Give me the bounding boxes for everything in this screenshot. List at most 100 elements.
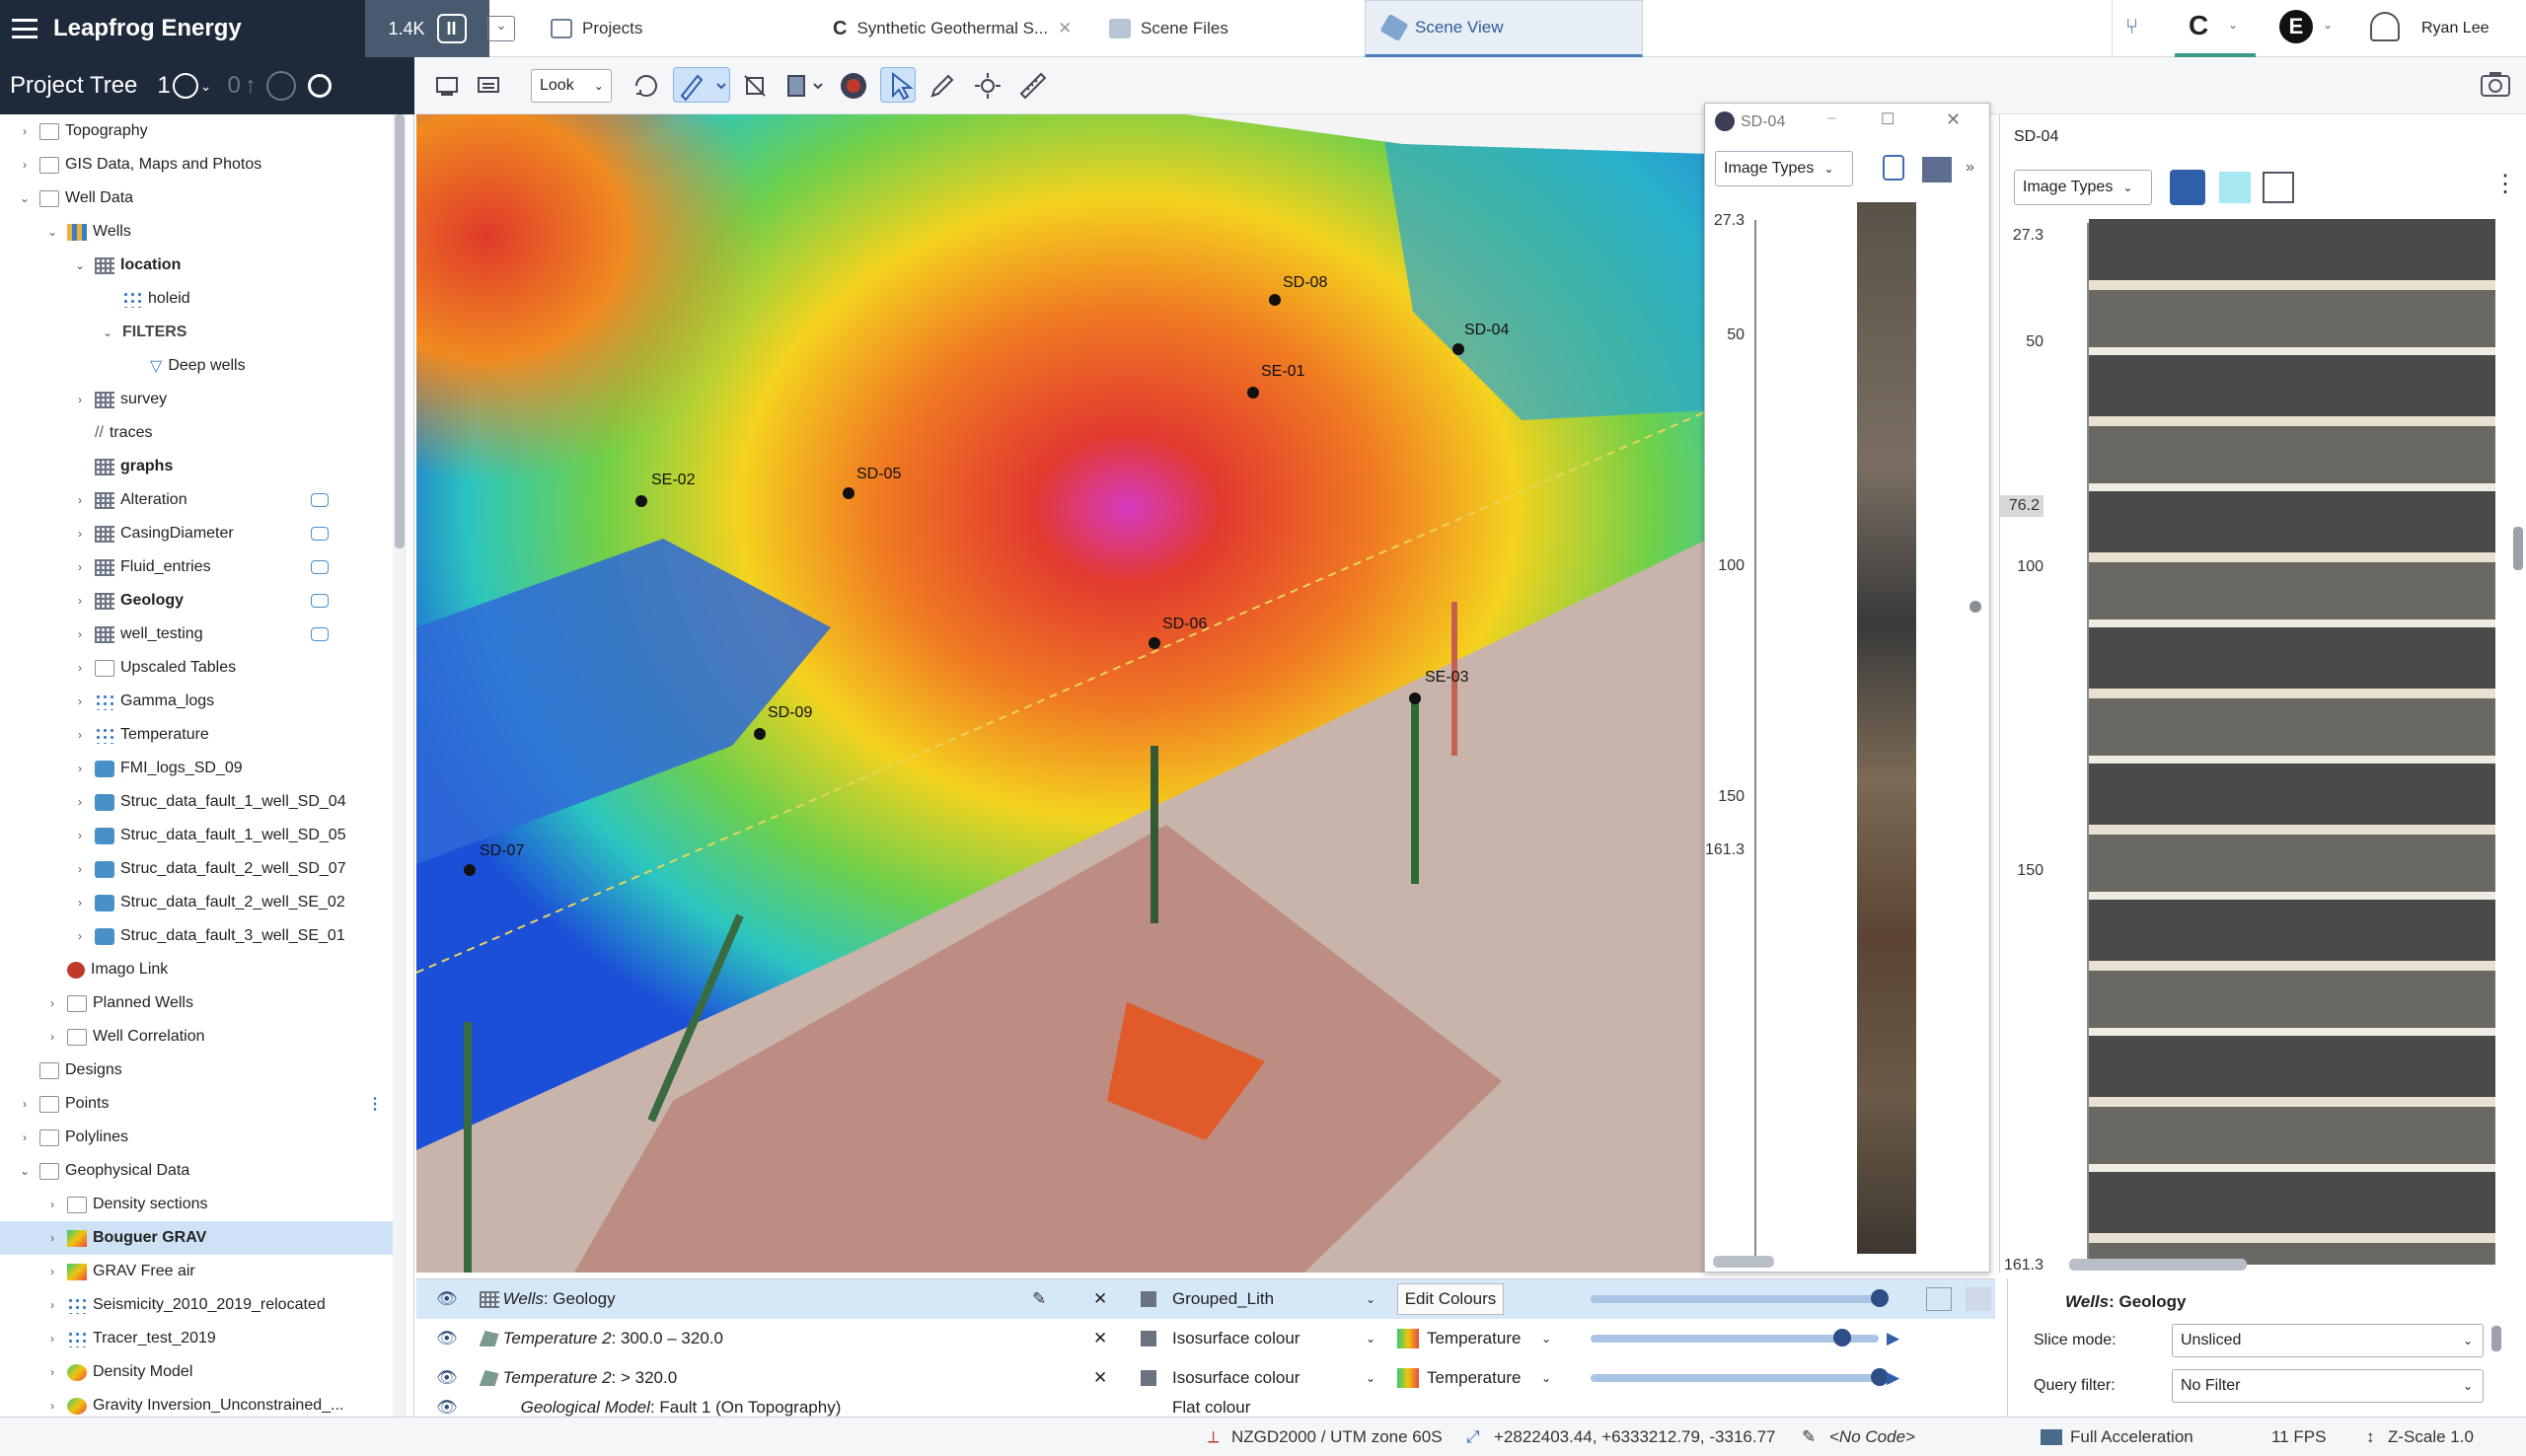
- chevron-down-icon[interactable]: ⌄: [1366, 1332, 1375, 1346]
- image-types-dropdown[interactable]: Image Types ⌄: [1715, 151, 1853, 186]
- tree-item-geophysical[interactable]: ⌄ Geophysical Data: [0, 1154, 393, 1188]
- pen-icon[interactable]: [924, 67, 959, 103]
- tab-projects[interactable]: Projects: [533, 0, 660, 57]
- comment-icon[interactable]: [311, 560, 329, 574]
- chevron-right-icon[interactable]: ›: [73, 795, 87, 809]
- well-label-sd04[interactable]: SD-04: [1464, 322, 1509, 339]
- tree-item-well-testing[interactable]: › well_testing: [0, 618, 393, 651]
- comment-icon[interactable]: [311, 527, 329, 541]
- well-label-se03[interactable]: SE-03: [1425, 669, 1468, 687]
- chevron-right-icon[interactable]: ›: [73, 393, 87, 406]
- user-name[interactable]: Ryan Lee: [2421, 20, 2489, 37]
- horizontal-scrollbar[interactable]: [1713, 1256, 1774, 1268]
- unlock-icon[interactable]: [1883, 155, 1904, 181]
- tree-item-gamma[interactable]: › Gamma_logs: [0, 685, 393, 718]
- fit-view-icon[interactable]: [2263, 172, 2294, 203]
- expand-icon[interactable]: »: [1966, 159, 1974, 177]
- hamburger-menu-icon[interactable]: [12, 19, 37, 38]
- chevron-down-icon[interactable]: ⌄: [2323, 18, 2333, 32]
- chevron-down-icon[interactable]: ⌄: [45, 225, 59, 239]
- tree-item-fluid[interactable]: › Fluid_entries: [0, 550, 393, 584]
- tree-item-alteration[interactable]: › Alteration: [0, 483, 393, 517]
- tree-item-well-data[interactable]: ⌄ Well Data: [0, 182, 393, 215]
- chevron-down-icon[interactable]: ⌄: [73, 258, 87, 272]
- tab-project[interactable]: C Synthetic Geothermal S... ✕: [815, 0, 1089, 57]
- tree-item-traces[interactable]: // traces: [0, 416, 393, 450]
- slider-thumb[interactable]: [1871, 1289, 1889, 1307]
- tab-scene-view[interactable]: Scene View: [1365, 0, 1643, 57]
- pause-processing-icon[interactable]: [265, 71, 296, 101]
- layer-row[interactable]: 👁 Wells: Geology ✎ ✕ Grouped_Lith ⌄ Edit…: [416, 1279, 1995, 1319]
- color-swatch[interactable]: [1922, 157, 1952, 182]
- search-icon[interactable]: [307, 74, 332, 98]
- chevron-right-icon[interactable]: ›: [73, 694, 87, 708]
- well-marker[interactable]: [754, 728, 766, 740]
- tree-item-geology[interactable]: › Geology: [0, 584, 393, 618]
- chevron-right-icon[interactable]: ›: [18, 158, 32, 172]
- tree-item-grav-free-air[interactable]: › GRAV Free air: [0, 1255, 393, 1288]
- filter-icon[interactable]: [1966, 1287, 1991, 1311]
- chevron-right-icon[interactable]: ›: [18, 1130, 32, 1144]
- chevron-right-icon[interactable]: ›: [73, 627, 87, 641]
- core-tray-image[interactable]: [2089, 219, 2495, 1265]
- color-swatch[interactable]: [2219, 172, 2251, 203]
- chevron-right-icon[interactable]: ›: [45, 1298, 59, 1312]
- chevron-right-icon[interactable]: ›: [18, 124, 32, 138]
- chevron-right-icon[interactable]: ›: [45, 996, 59, 1010]
- slider-thumb[interactable]: [1833, 1329, 1851, 1347]
- minimize-icon[interactable]: –: [1827, 109, 1836, 127]
- vertical-scrollbar[interactable]: [2513, 527, 2523, 570]
- play-icon[interactable]: ▶: [1887, 1329, 1899, 1348]
- close-icon[interactable]: ✕: [1058, 19, 1072, 38]
- chevron-right-icon[interactable]: ›: [18, 1097, 32, 1111]
- chevron-down-icon[interactable]: ⌄: [1541, 1371, 1551, 1385]
- more-options-icon[interactable]: ⋮: [2493, 170, 2517, 198]
- well-marker[interactable]: [1247, 387, 1259, 399]
- tree-item-polylines[interactable]: › Polylines: [0, 1121, 393, 1154]
- settings-icon[interactable]: [969, 67, 1004, 103]
- vertical-scrollbar[interactable]: [2491, 1326, 2501, 1351]
- tree-item-gis[interactable]: › GIS Data, Maps and Photos: [0, 148, 393, 182]
- chevron-right-icon[interactable]: ›: [45, 1030, 59, 1044]
- export-scene-icon[interactable]: [470, 67, 505, 103]
- comment-icon[interactable]: [311, 627, 329, 641]
- e-account-icon[interactable]: E: [2279, 10, 2313, 43]
- tree-item-location[interactable]: ⌄ location: [0, 249, 393, 282]
- well-label-se02[interactable]: SE-02: [651, 472, 695, 489]
- layer-row[interactable]: 👁 Temperature 2: 300.0 – 320.0 ✕ Isosurf…: [416, 1319, 1995, 1358]
- layer-row[interactable]: 👁 Temperature 2: > 320.0 ✕ Isosurface co…: [416, 1358, 1995, 1398]
- chevron-down-icon[interactable]: ⌄: [200, 78, 212, 95]
- imago-target-icon[interactable]: [835, 67, 870, 103]
- reset-view-icon[interactable]: [736, 67, 772, 103]
- chevron-right-icon[interactable]: ›: [73, 728, 87, 742]
- edit-icon[interactable]: ✎: [1032, 1289, 1046, 1309]
- view-icon[interactable]: [1926, 1287, 1952, 1311]
- chevron-right-icon[interactable]: ›: [45, 1399, 59, 1413]
- well-marker[interactable]: [464, 864, 476, 876]
- well-label-sd09[interactable]: SD-09: [768, 704, 812, 722]
- well-marker[interactable]: [635, 495, 647, 507]
- opacity-slider[interactable]: [1591, 1374, 1879, 1382]
- tree-item-tracer[interactable]: › Tracer_test_2019: [0, 1322, 393, 1355]
- crs-text[interactable]: NZGD2000 / UTM zone 60S: [1231, 1427, 1443, 1447]
- horizontal-scrollbar[interactable]: [2069, 1259, 2247, 1271]
- chevron-down-icon[interactable]: ⌄: [101, 326, 114, 339]
- chevron-right-icon[interactable]: ›: [45, 1231, 59, 1245]
- tree-item-planned-wells[interactable]: › Planned Wells: [0, 986, 393, 1020]
- tree-item-struc-2-sd07[interactable]: › Struc_data_fault_2_well_SD_07: [0, 852, 393, 886]
- tree-item-bouguer-grav[interactable]: › Bouguer GRAV: [0, 1221, 393, 1255]
- eye-icon[interactable]: 👁: [436, 1398, 458, 1418]
- layer-style[interactable]: Flat colour: [1172, 1398, 1250, 1418]
- well-label-se01[interactable]: SE-01: [1261, 363, 1304, 381]
- chevron-down-icon[interactable]: ⌄: [1541, 1332, 1551, 1346]
- more-options-icon[interactable]: ⋮: [367, 1094, 383, 1114]
- tree-item-struc-1-sd04[interactable]: › Struc_data_fault_1_well_SD_04: [0, 785, 393, 819]
- remove-icon[interactable]: ✕: [1093, 1368, 1107, 1388]
- edit-colours-button[interactable]: Edit Colours: [1397, 1283, 1504, 1315]
- code-text[interactable]: <No Code>: [1829, 1427, 1915, 1447]
- well-label-sd05[interactable]: SD-05: [856, 466, 901, 483]
- layer-row[interactable]: 👁 Geological Model: Fault 1 (On Topograp…: [416, 1398, 1995, 1418]
- tree-item-wells[interactable]: ⌄ Wells: [0, 215, 393, 249]
- chevron-right-icon[interactable]: ›: [73, 594, 87, 608]
- remove-icon[interactable]: ✕: [1093, 1329, 1107, 1348]
